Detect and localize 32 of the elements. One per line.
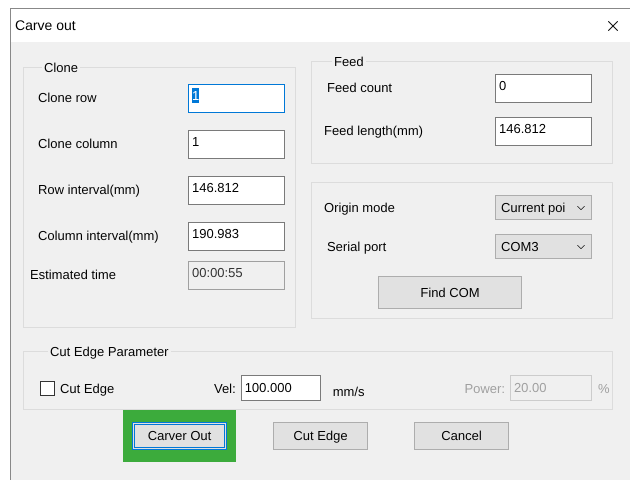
input-field[interactable]: 190.983 [188, 222, 285, 250]
checkbox-label[interactable]: Cut Edge [60, 378, 210, 398]
field-label: Origin mode [324, 198, 395, 217]
input-field[interactable]: 146.812 [495, 116, 592, 146]
window-title: Carve out [15, 16, 76, 35]
field-label: Estimated time [30, 266, 116, 284]
field-label: Power: [464, 380, 505, 398]
unit-label: % [598, 380, 610, 398]
field-label: Row interval(mm) [38, 181, 140, 200]
group-title: Clone [43, 59, 79, 77]
input-field[interactable]: 100.000 [240, 375, 321, 402]
dialog-button[interactable]: Carver Out [132, 422, 227, 450]
field-label: Serial port [327, 238, 386, 256]
field-label: Column interval(mm) [38, 227, 159, 246]
input-field[interactable]: 146.812 [188, 176, 285, 204]
find-com-button[interactable]: Find COM [378, 276, 522, 309]
field-label: Clone row [38, 89, 97, 108]
group-title: Cut Edge Parameter [49, 343, 170, 361]
dialog-button[interactable]: Cut Edge [273, 422, 368, 450]
dialog-button[interactable]: Cancel [414, 422, 509, 450]
field-label: Feed count [327, 79, 392, 98]
field-label: Clone column [38, 135, 118, 154]
dropdown[interactable]: COM3 [495, 234, 592, 259]
unit-label: mm/s [332, 382, 364, 400]
field-label: Feed length(mm) [324, 122, 423, 140]
input-field[interactable]: 0 [495, 74, 592, 102]
field-label: Vel: [214, 380, 236, 398]
group-title: Feed [333, 53, 365, 71]
dropdown[interactable]: Current poi [495, 195, 592, 220]
checkbox[interactable] [40, 380, 55, 396]
input-field[interactable]: 1 [188, 84, 285, 112]
input-field[interactable]: 1 [188, 130, 285, 158]
